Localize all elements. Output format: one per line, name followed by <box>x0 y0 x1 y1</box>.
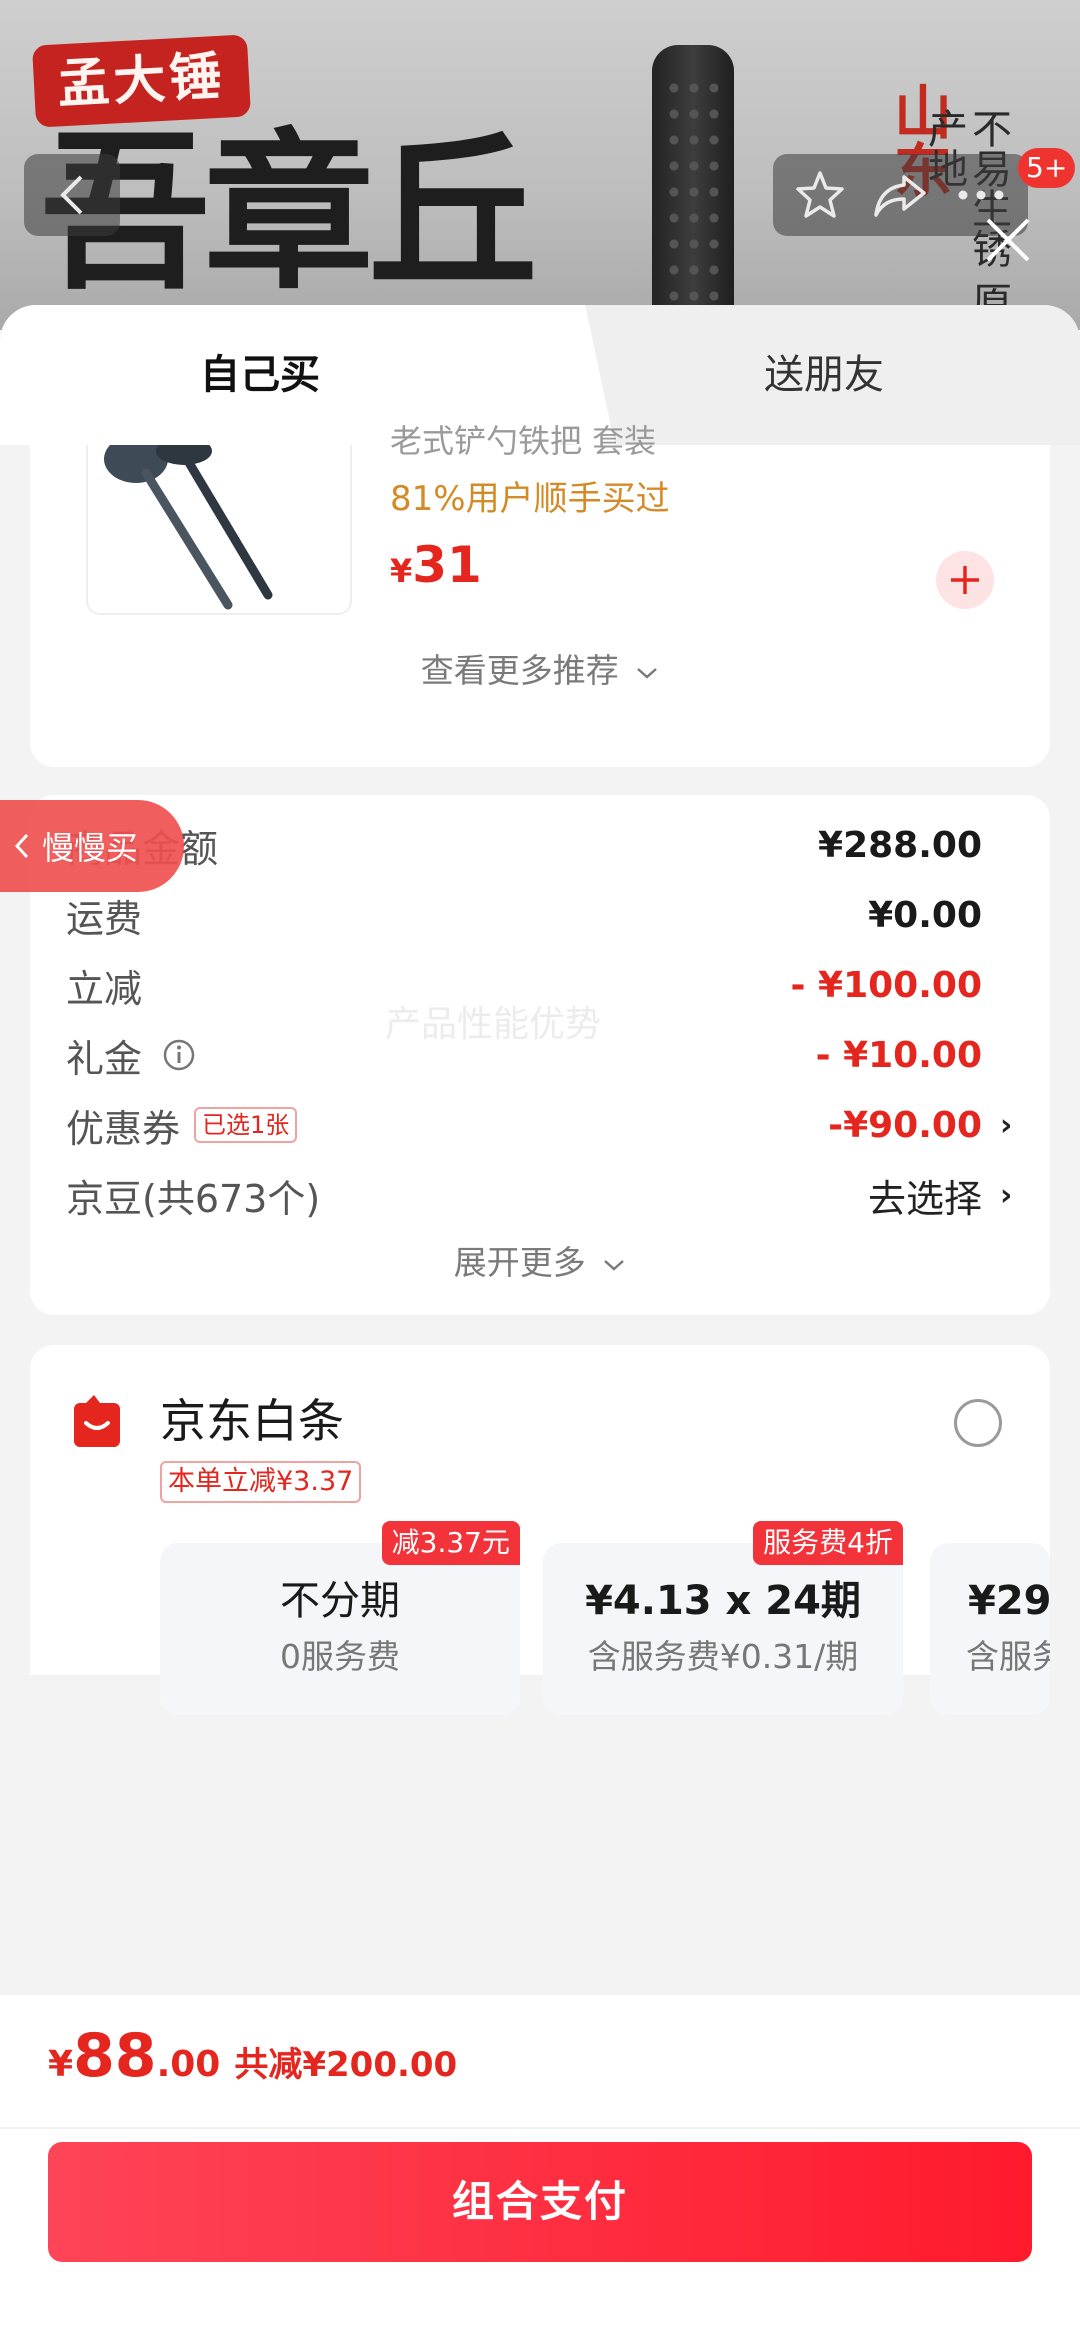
share-icon[interactable] <box>872 171 928 219</box>
row-shipping: 运费 ¥0.00 <box>66 894 982 941</box>
chevron-down-icon <box>604 1259 625 1271</box>
add-recommended-button[interactable] <box>936 551 994 609</box>
chevron-down-icon <box>637 667 658 679</box>
price-breakdown-card: 产品性能优势 商品金额 ¥288.00 运费 ¥0.00 立减 - ¥100.0… <box>30 795 1050 1315</box>
baitiao-logo-icon <box>74 1395 120 1447</box>
cart-count-badge: 5+ <box>1018 148 1076 188</box>
plan-tag: 减3.37元 <box>381 1521 520 1565</box>
recommended-product-tip: 81%用户顺手买过 <box>390 479 670 519</box>
chevron-right-icon: › <box>1000 1177 1013 1213</box>
total-amount: ¥ 88 .00 共减¥200.00 <box>48 2021 458 2091</box>
row-coupon[interactable]: 优惠券 已选1张 -¥90.00 › <box>66 1095 1016 1155</box>
close-icon[interactable] <box>980 212 1036 268</box>
recommended-product-image[interactable] <box>86 445 352 615</box>
tab-gift-friend[interactable]: 送朋友 <box>704 351 944 399</box>
back-button[interactable] <box>24 154 120 236</box>
see-more-recommendations[interactable]: 查看更多推荐 <box>30 651 1050 691</box>
star-icon[interactable] <box>794 169 846 221</box>
row-jingdou[interactable]: 京豆(共673个) 去选择 › <box>66 1165 1016 1225</box>
row-goods-amount: 商品金额 ¥288.00 <box>66 824 982 871</box>
info-icon[interactable] <box>162 1038 196 1072</box>
product-handle-image <box>652 45 734 330</box>
product-banner: 孟大锤 吾章丘 山东 不易生锈 原产地 5+ <box>0 0 1080 330</box>
installment-option-partial[interactable]: ¥29 含服务 <box>930 1543 1050 1715</box>
chevron-left-icon <box>14 833 29 859</box>
installment-option-none[interactable]: 减3.37元 不分期 0服务费 <box>160 1521 520 1715</box>
divider <box>0 2127 1080 2129</box>
recommended-product-price: ¥31 <box>390 536 482 594</box>
checkout-bottom-bar: ¥ 88 .00 共减¥200.00 组合支付 <box>0 1995 1080 2344</box>
recommendation-card: 老式铲勺铁把 套装 81%用户顺手买过 ¥31 查看更多推荐 <box>30 422 1050 767</box>
baitiao-promo-tag: 本单立减¥3.37 <box>160 1461 362 1503</box>
coupon-selected-tag: 已选1张 <box>194 1107 298 1143</box>
baitiao-payment-card: 京东白条 本单立减¥3.37 减3.37元 不分期 0服务费 服务费4折 ¥4.… <box>30 1345 1050 1715</box>
plus-icon <box>951 566 979 594</box>
plan-tag: 服务费4折 <box>753 1521 903 1565</box>
recommended-product-title: 老式铲勺铁把 套装 <box>390 422 657 460</box>
baitiao-title: 京东白条 <box>160 1394 344 1448</box>
row-gift-money: 礼金 - ¥10.00 <box>66 1034 982 1081</box>
baitiao-radio[interactable] <box>954 1399 1002 1447</box>
installment-option-24[interactable]: 服务费4折 ¥4.13 x 24期 含服务费¥0.31/期 <box>543 1521 903 1715</box>
utensil-set-icon <box>104 445 273 610</box>
chevron-right-icon: › <box>1000 1107 1013 1143</box>
row-instant-discount: 立减 - ¥100.00 <box>66 964 982 1011</box>
tab-self-buy[interactable]: 自己买 <box>140 351 380 399</box>
combined-pay-button[interactable]: 组合支付 <box>48 2142 1032 2262</box>
chevron-left-icon <box>60 175 83 215</box>
slow-buy-button[interactable]: 慢慢买 <box>0 800 184 892</box>
more-icon[interactable] <box>955 185 1007 205</box>
total-saved: 共减¥200.00 <box>234 2045 458 2085</box>
expand-more-link[interactable]: 展开更多 <box>30 1243 1050 1283</box>
